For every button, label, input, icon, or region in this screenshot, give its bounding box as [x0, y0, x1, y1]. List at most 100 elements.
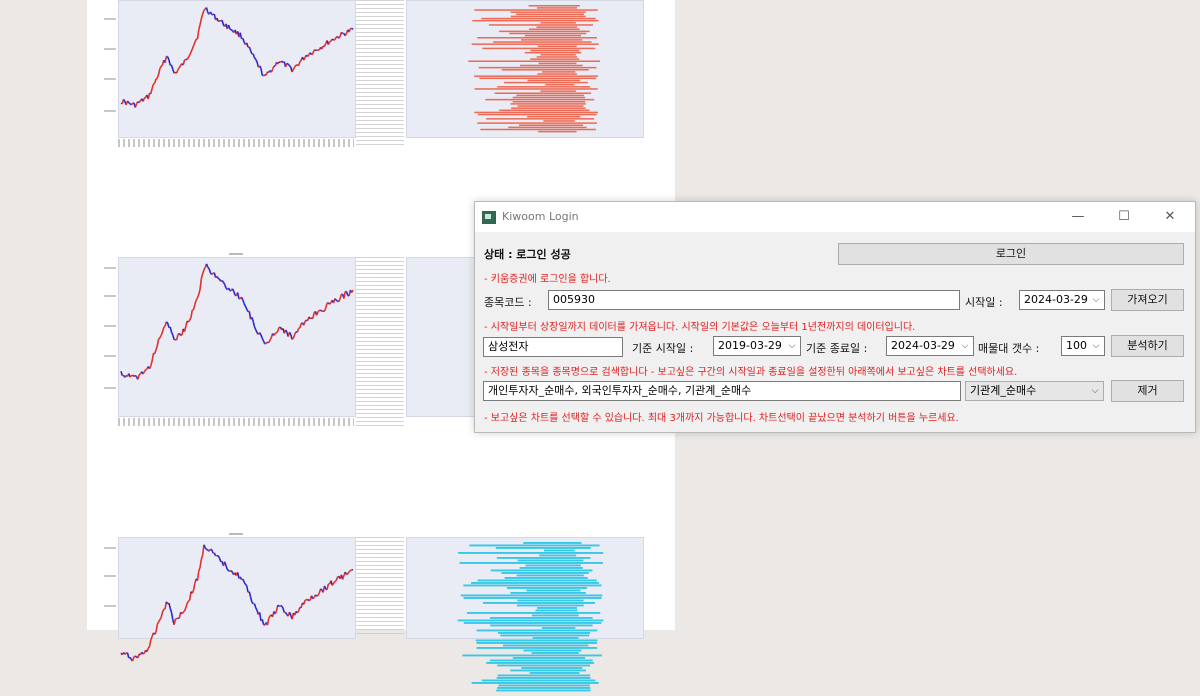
price-segment	[164, 326, 165, 328]
volume-bar	[490, 625, 592, 627]
price-chart-3	[119, 538, 355, 696]
base-end-date-picker[interactable]: 2024-03-29 ⌵	[886, 336, 974, 356]
chevron-down-icon[interactable]: ⌵	[786, 337, 798, 355]
price-segment	[156, 346, 157, 350]
price-segment	[340, 294, 341, 298]
price-segment	[232, 289, 233, 291]
price-segment	[185, 327, 186, 332]
price-segment	[244, 582, 245, 585]
price-segment	[194, 304, 195, 309]
price-segment	[125, 653, 126, 654]
chart-block-3	[104, 535, 644, 630]
fetch-button[interactable]: 가져오기	[1111, 289, 1184, 311]
price-segment	[218, 21, 219, 22]
kiwoom-login-window: Kiwoom Login — ☐ ✕ 상태 : 로그인 성공 로그인 - 키움증…	[474, 201, 1196, 433]
volume-bar	[539, 63, 577, 65]
selected-charts-input[interactable]: 개인투자자_순매수, 외국인투자자_순매수, 기관계_순매수	[483, 381, 961, 401]
price-segment	[317, 312, 318, 316]
price-segment	[299, 607, 300, 611]
price-segment	[260, 66, 261, 68]
volume-bar	[516, 14, 584, 16]
volume-bar	[477, 642, 598, 644]
price-segment	[322, 46, 323, 49]
price-segment	[150, 640, 151, 647]
price-segment	[279, 606, 280, 607]
volume-bar	[511, 16, 586, 18]
volume-bar	[518, 560, 584, 562]
volume-bar	[529, 28, 580, 30]
price-segment	[253, 321, 254, 326]
volume-bar	[477, 647, 598, 649]
volume-bar	[479, 78, 596, 80]
close-button[interactable]: ✕	[1147, 202, 1193, 232]
code-label: 종목코드 :	[484, 294, 532, 310]
price-segment	[177, 334, 178, 339]
price-segment	[352, 28, 353, 29]
price-segment	[143, 372, 144, 374]
volume-bar	[523, 542, 581, 544]
price-segment	[214, 553, 215, 556]
price-segment	[343, 576, 344, 580]
stock-name-input[interactable]: 삼성전자	[483, 337, 623, 357]
price-segment	[275, 611, 276, 614]
minimize-button[interactable]: —	[1055, 202, 1101, 232]
price-segment	[179, 333, 180, 335]
volume-bar	[481, 18, 595, 20]
chevron-down-icon[interactable]: ⌵	[1090, 291, 1102, 309]
analyze-button[interactable]: 분석하기	[1111, 335, 1184, 357]
price-segment	[175, 618, 176, 619]
price-segment	[330, 302, 331, 304]
volume-bar	[483, 602, 595, 604]
price-segment	[205, 548, 206, 550]
volume-bar	[537, 7, 577, 9]
price-chart-panel	[118, 537, 356, 639]
price-segment	[313, 598, 314, 599]
chevron-down-icon[interactable]: ⌵	[1090, 337, 1102, 355]
start-date-picker[interactable]: 2024-03-29 ⌵	[1019, 290, 1105, 310]
y-tick	[104, 48, 116, 50]
price-segment	[195, 39, 196, 42]
price-segment	[148, 93, 149, 99]
price-segment	[335, 37, 336, 39]
price-segment	[243, 38, 244, 42]
volume-bar	[525, 52, 581, 54]
volume-bar	[521, 667, 582, 669]
price-segment	[243, 300, 244, 304]
price-segment	[191, 49, 192, 52]
chart-type-select[interactable]: 기관계_순매수 ⌵	[965, 381, 1104, 401]
price-segment	[204, 9, 205, 10]
price-segment	[260, 333, 261, 336]
price-segment	[297, 329, 298, 333]
maximize-button[interactable]: ☐	[1101, 202, 1147, 232]
price-segment	[208, 267, 209, 269]
remove-button[interactable]: 제거	[1111, 380, 1184, 402]
chevron-down-icon[interactable]: ⌵	[1089, 382, 1101, 400]
price-segment	[144, 370, 145, 372]
volume-count-select[interactable]: 100 ⌵	[1061, 336, 1105, 356]
chevron-down-icon[interactable]: ⌵	[959, 337, 971, 355]
price-segment	[286, 330, 287, 332]
app-window-icon	[482, 211, 496, 224]
price-segment	[344, 292, 345, 299]
volume-bar	[501, 572, 588, 574]
base-start-date-picker[interactable]: 2019-03-29 ⌵	[713, 336, 801, 356]
price-segment	[245, 585, 246, 586]
volume-bar	[477, 122, 597, 124]
stock-code-input[interactable]: 005930	[548, 290, 960, 310]
status-label: 상태 : 로그인 성공	[484, 246, 571, 262]
price-segment	[350, 570, 351, 571]
login-button[interactable]: 로그인	[838, 243, 1184, 265]
y-tick	[104, 387, 116, 389]
volume-bar	[486, 118, 594, 120]
volume-bar	[543, 120, 575, 122]
price-segment	[297, 611, 298, 613]
volume-bar	[509, 33, 586, 35]
price-segment	[172, 65, 173, 69]
price-segment	[172, 613, 173, 620]
price-segment	[156, 624, 157, 632]
price-segment	[254, 58, 255, 60]
volume-bar	[459, 562, 602, 564]
volume-bar	[496, 690, 590, 692]
title-bar[interactable]: Kiwoom Login — ☐ ✕	[475, 202, 1195, 232]
price-segment	[135, 656, 136, 657]
